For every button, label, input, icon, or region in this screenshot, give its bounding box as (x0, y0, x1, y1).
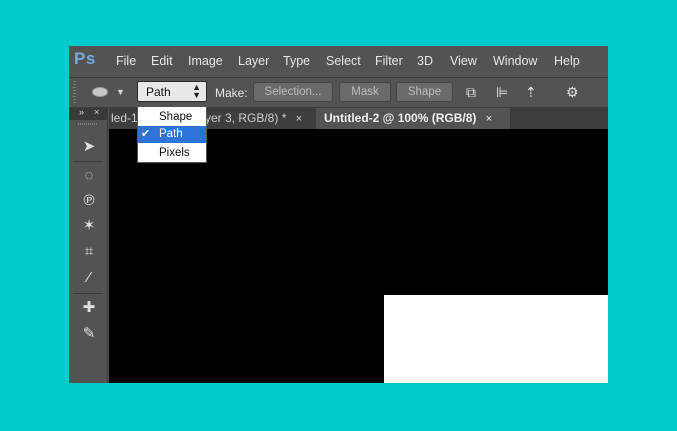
magic-wand-icon[interactable]: ✶ (79, 216, 99, 236)
close-tab-icon[interactable]: × (486, 113, 492, 125)
white-shape (384, 295, 608, 383)
menu-help[interactable]: Help (554, 54, 580, 68)
make-label: Make: (215, 86, 248, 100)
make-shape-button[interactable]: Shape (396, 82, 453, 102)
close-panel-icon[interactable]: × (94, 107, 99, 117)
menu-window[interactable]: Window (493, 54, 537, 68)
move-tool-icon[interactable]: ➤ (79, 137, 99, 157)
dropdown-item-path[interactable]: ✔ Path (138, 126, 206, 143)
checkmark-icon: ✔ (141, 128, 151, 140)
dropdown-item-shape[interactable]: Shape (138, 109, 206, 126)
tool-mode-value: Path (146, 85, 171, 99)
menu-file[interactable]: File (116, 54, 136, 68)
eyedropper-icon[interactable]: ⁄ (79, 268, 99, 288)
menu-layer[interactable]: Layer (238, 54, 269, 68)
tab-layer-3[interactable]: yer 3, RGB/8) * × (205, 108, 315, 129)
gear-icon[interactable]: ⚙ (566, 84, 579, 101)
menu-view[interactable]: View (450, 54, 477, 68)
quick-selection-tool-icon[interactable]: ℗ (79, 191, 99, 211)
menu-image[interactable]: Image (188, 54, 223, 68)
select-arrows-icon: ▲ ▼ (192, 82, 201, 100)
tool-divider (73, 293, 103, 294)
tools-panel: » × ➤ ◌ ℗ ✶ ⌗ ⁄ ✚ ✎ (69, 107, 108, 383)
close-tab-icon[interactable]: × (296, 113, 302, 125)
tab-untitled-2[interactable]: Untitled-2 @ 100% (RGB/8) × (316, 108, 510, 129)
document-canvas[interactable] (109, 129, 608, 383)
tab-label: yer 3, RGB/8) * (205, 111, 287, 125)
menu-select[interactable]: Select (326, 54, 361, 68)
path-alignment-icon[interactable]: ⊫ (496, 84, 508, 101)
options-bar: ▼ Path ▲ ▼ Make: Selection... Mask Shape … (69, 77, 608, 108)
photoshop-window: Ps File Edit Image Layer Type Select Fil… (69, 46, 608, 383)
brush-tool-icon[interactable]: ✎ (79, 324, 99, 344)
app-logo: Ps (74, 49, 96, 68)
tab-label: Untitled-2 @ 100% (RGB/8) (324, 111, 477, 125)
menu-edit[interactable]: Edit (151, 54, 173, 68)
menu-filter[interactable]: Filter (375, 54, 403, 68)
tools-panel-header: » × (69, 107, 107, 120)
crop-tool-icon[interactable]: ⌗ (79, 242, 99, 262)
tool-mode-select[interactable]: Path ▲ ▼ (137, 81, 207, 102)
healing-brush-icon[interactable]: ✚ (79, 298, 99, 318)
menu-3d[interactable]: 3D (417, 54, 433, 68)
menu-bar: Ps File Edit Image Layer Type Select Fil… (69, 46, 608, 76)
path-operations-icon[interactable]: ⧉ (466, 84, 476, 101)
path-arrangement-icon[interactable]: ⇡ (525, 84, 537, 101)
ellipse-tool-icon[interactable] (92, 87, 108, 97)
collapse-panel-icon[interactable]: » (79, 107, 84, 117)
tool-divider (73, 161, 103, 162)
make-selection-button[interactable]: Selection... (253, 82, 333, 102)
chevron-down-icon[interactable]: ▼ (116, 87, 125, 97)
panel-grip[interactable] (78, 123, 98, 125)
options-bar-grip[interactable] (73, 81, 76, 103)
make-mask-button[interactable]: Mask (339, 82, 391, 102)
tab-label: led-1 (111, 111, 138, 125)
lasso-tool-icon[interactable]: ◌ (79, 166, 99, 186)
menu-type[interactable]: Type (283, 54, 310, 68)
dropdown-item-pixels[interactable]: Pixels (138, 145, 206, 162)
tool-mode-dropdown: Shape ✔ Path Pixels (137, 106, 207, 163)
